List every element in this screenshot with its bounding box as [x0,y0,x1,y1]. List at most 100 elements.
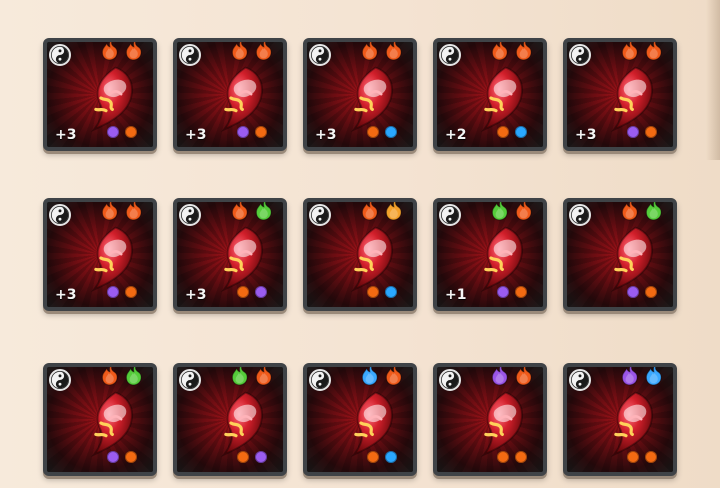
dot-1 [237,451,249,463]
element-icons [355,42,407,61]
card-6[interactable]: +3 [43,198,157,311]
stat-dots [107,126,147,140]
dot-2 [255,126,267,138]
element-icon-2 [123,367,145,386]
card-9[interactable]: +1 [433,198,547,311]
stat-dots [497,286,537,300]
dot-1 [237,286,249,298]
dot-2 [515,286,527,298]
card-10[interactable] [563,198,677,311]
dot-2 [515,451,527,463]
stat-dots [627,286,667,300]
element-icon-2 [513,367,535,386]
level-text: +3 [315,127,337,143]
card-11[interactable] [43,363,157,476]
dot-1 [497,451,509,463]
dot-1 [107,126,119,138]
stat-dots [627,451,667,465]
dot-1 [107,286,119,298]
element-icon-1 [359,42,381,61]
card-3[interactable]: +3 [303,38,417,151]
card-2[interactable]: +3 [173,38,287,151]
level-text: +3 [55,287,77,303]
red-drop-icon [457,385,535,461]
dot-1 [367,286,379,298]
dot-1 [627,286,639,298]
yin-yang-icon [439,204,461,226]
red-drop-icon [327,220,405,296]
card-7[interactable]: +3 [173,198,287,311]
stat-dots [497,451,537,465]
dot-2 [645,286,657,298]
level-text: +3 [185,127,207,143]
yin-yang-icon [439,369,461,391]
element-icon-1 [619,367,641,386]
element-icons [225,42,277,61]
element-icons [95,202,147,221]
red-drop-icon [587,220,665,296]
element-icons [615,367,667,386]
card-grid: +3 +3 +3 +2 +3 +3 +3 +1 [40,38,680,478]
element-icons [355,202,407,221]
red-drop-icon [457,60,535,136]
stat-dots [627,126,667,140]
yin-yang-icon [179,44,201,66]
element-icon-1 [229,42,251,61]
dot-2 [125,451,137,463]
red-drop-icon [587,60,665,136]
element-icons [485,367,537,386]
level-text: +3 [185,287,207,303]
element-icons [225,367,277,386]
card-5[interactable]: +3 [563,38,677,151]
element-icon-2 [253,42,275,61]
dot-1 [627,451,639,463]
dot-1 [237,126,249,138]
element-icons [355,367,407,386]
level-text: +2 [445,127,467,143]
red-drop-icon [587,385,665,461]
dot-1 [107,451,119,463]
dot-2 [255,286,267,298]
element-icon-1 [99,42,121,61]
element-icon-2 [123,202,145,221]
yin-yang-icon [309,369,331,391]
dot-1 [627,126,639,138]
stat-dots [367,286,407,300]
card-4[interactable]: +2 [433,38,547,151]
element-icons [225,202,277,221]
yin-yang-icon [179,204,201,226]
card-8[interactable] [303,198,417,311]
element-icon-2 [643,42,665,61]
level-text: +3 [575,127,597,143]
card-12[interactable] [173,363,287,476]
card-13[interactable] [303,363,417,476]
element-icon-1 [619,42,641,61]
element-icon-1 [359,202,381,221]
red-drop-icon [67,220,145,296]
stat-dots [497,126,537,140]
element-icon-2 [513,202,535,221]
red-drop-icon [197,60,275,136]
dot-1 [367,451,379,463]
stat-dots [237,286,277,300]
dot-2 [125,126,137,138]
card-14[interactable] [433,363,547,476]
yin-yang-icon [439,44,461,66]
red-drop-icon [327,60,405,136]
red-drop-icon [457,220,535,296]
dot-2 [385,126,397,138]
red-drop-icon [197,220,275,296]
element-icons [485,42,537,61]
element-icon-2 [253,367,275,386]
yin-yang-icon [49,204,71,226]
dot-2 [125,286,137,298]
card-15[interactable] [563,363,677,476]
card-1[interactable]: +3 [43,38,157,151]
element-icon-1 [99,367,121,386]
element-icon-2 [383,367,405,386]
stat-dots [107,286,147,300]
yin-yang-icon [49,44,71,66]
yin-yang-icon [309,204,331,226]
element-icon-2 [123,42,145,61]
red-drop-icon [197,385,275,461]
